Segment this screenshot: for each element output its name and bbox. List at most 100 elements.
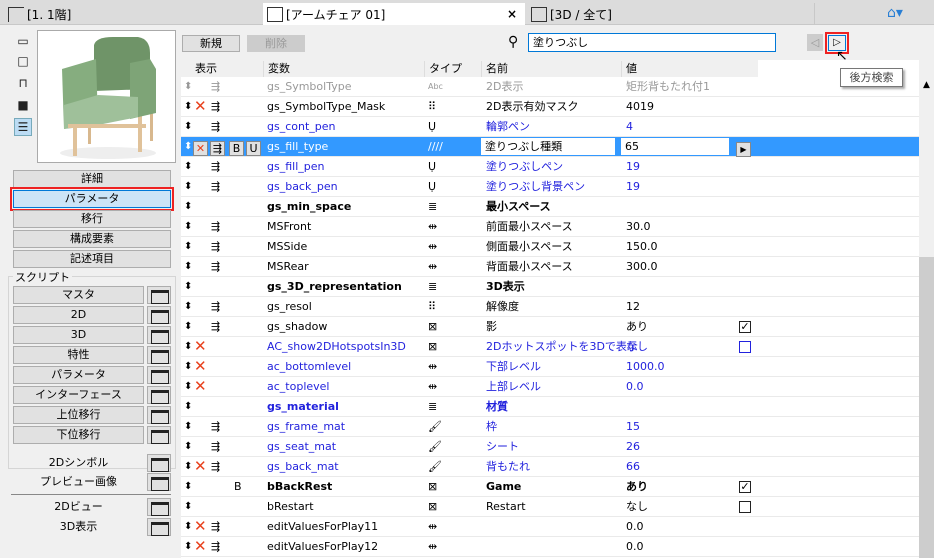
table-row[interactable]: ⬍ bRestart ⊠ Restart なし bbox=[181, 497, 919, 517]
indent-arrow-icon[interactable]: ⇶ bbox=[210, 139, 225, 158]
table-row[interactable]: ⬍ ⇶ gs_back_pen Ụ 塗りつぶし背景ペン 19 bbox=[181, 177, 919, 197]
parameter-label[interactable]: 3D表示 bbox=[486, 277, 525, 296]
table-row[interactable]: ⬍ ✕ ⇶ gs_SymbolType_Mask ⠿ 2D表示有効マスク 4019 bbox=[181, 97, 919, 117]
search-input[interactable]: 塗りつぶし bbox=[528, 33, 776, 52]
parameter-value[interactable]: 65 bbox=[621, 138, 729, 155]
reorder-handle-icon[interactable]: ⬍ bbox=[184, 357, 192, 376]
parameter-value[interactable]: 66 bbox=[626, 457, 640, 476]
indent-arrow-icon[interactable]: ⇶ bbox=[211, 217, 220, 236]
parameter-value[interactable]: なし bbox=[626, 497, 648, 516]
reorder-handle-icon[interactable]: ⬍ bbox=[184, 157, 192, 176]
open-window-icon[interactable] bbox=[147, 473, 171, 491]
open-window-icon[interactable] bbox=[147, 366, 171, 384]
variable-name[interactable]: gs_SymbolType_Mask bbox=[267, 97, 385, 116]
3d-cube-icon[interactable]: ■ bbox=[14, 96, 32, 114]
reorder-handle-icon[interactable]: ⬍ bbox=[184, 437, 192, 456]
header-type[interactable]: タイプ bbox=[424, 61, 462, 77]
table-row[interactable]: ⬍ ⇶ gs_resol ⠿ 解像度 12 bbox=[181, 297, 919, 317]
reorder-handle-icon[interactable]: ⬍ bbox=[184, 77, 192, 96]
search-previous-button[interactable]: ◁ bbox=[807, 34, 823, 51]
value-picker-button[interactable]: ▶ bbox=[736, 139, 751, 158]
parameter-value[interactable]: 30.0 bbox=[626, 217, 651, 236]
reorder-handle-icon[interactable]: ⬍ bbox=[184, 177, 192, 196]
hidden-x-icon[interactable]: ✕ bbox=[194, 517, 207, 536]
reorder-handle-icon[interactable]: ⬍ bbox=[184, 137, 192, 156]
bold-toggle[interactable]: B bbox=[229, 139, 244, 158]
open-window-icon[interactable] bbox=[147, 406, 171, 424]
open-window-icon[interactable] bbox=[147, 518, 171, 536]
variable-name[interactable]: gs_fill_type bbox=[267, 137, 328, 156]
table-row[interactable]: ⬍ gs_3D_representation ≣ 3D表示 bbox=[181, 277, 919, 297]
parameter-label[interactable]: 2D表示有効マスク bbox=[486, 97, 578, 116]
reorder-handle-icon[interactable]: ⬍ bbox=[184, 217, 192, 236]
variable-name[interactable]: MSSide bbox=[267, 237, 307, 256]
parameter-label[interactable]: 2D表示 bbox=[486, 77, 523, 96]
variable-name[interactable]: editValuesForPlay12 bbox=[267, 537, 378, 556]
parameter-label[interactable]: 上部レベル bbox=[486, 377, 541, 396]
parameter-label[interactable]: 塗りつぶし種類 bbox=[481, 138, 615, 155]
reorder-handle-icon[interactable]: ⬍ bbox=[184, 377, 192, 396]
nav-button[interactable]: 詳細 bbox=[13, 170, 171, 188]
parameter-value[interactable]: 0.0 bbox=[626, 537, 644, 556]
reorder-handle-icon[interactable]: ⬍ bbox=[184, 457, 192, 476]
indent-arrow-icon[interactable]: ⇶ bbox=[211, 437, 220, 456]
script-button[interactable]: 2D bbox=[13, 306, 144, 324]
table-row[interactable]: ⬍ ✕ ⇶ B Ugs_fill_type //// 塗りつぶし種類 65 ▶ bbox=[181, 137, 919, 157]
reorder-handle-icon[interactable]: ⬍ bbox=[184, 297, 192, 316]
indent-arrow-icon[interactable]: ⇶ bbox=[211, 297, 220, 316]
reorder-handle-icon[interactable]: ⬍ bbox=[184, 277, 192, 296]
open-window-icon[interactable] bbox=[147, 326, 171, 344]
reorder-handle-icon[interactable]: ⬍ bbox=[184, 257, 192, 276]
parameter-label[interactable]: 側面最小スペース bbox=[486, 237, 573, 256]
navigator-icon[interactable]: ⌂▾ bbox=[887, 5, 903, 21]
hidden-x-icon[interactable]: ✕ bbox=[193, 139, 208, 158]
hidden-x-icon[interactable]: ✕ bbox=[194, 97, 207, 116]
tab-3d[interactable]: [3D / 全て] bbox=[527, 3, 815, 25]
new-button[interactable]: 新規 bbox=[182, 35, 240, 52]
open-window-icon[interactable] bbox=[147, 286, 171, 304]
close-icon[interactable]: × bbox=[507, 7, 517, 21]
header-value[interactable]: 値 bbox=[621, 61, 637, 77]
indent-arrow-icon[interactable]: ⇶ bbox=[211, 117, 220, 136]
hidden-x-icon[interactable]: ✕ bbox=[194, 457, 207, 476]
variable-name[interactable]: MSFront bbox=[267, 217, 311, 236]
2d-symbol-icon[interactable]: ▭ bbox=[14, 32, 32, 50]
open-window-icon[interactable] bbox=[147, 426, 171, 444]
script-button[interactable]: 特性 bbox=[13, 346, 144, 364]
open-window-icon[interactable] bbox=[147, 346, 171, 364]
parameter-value[interactable]: 19 bbox=[626, 177, 640, 196]
nav-button[interactable]: 構成要素 bbox=[13, 230, 171, 248]
scroll-up-icon[interactable]: ▲ bbox=[919, 80, 934, 90]
parameter-value[interactable]: 1000.0 bbox=[626, 357, 665, 376]
parameter-value[interactable]: 26 bbox=[626, 437, 640, 456]
variable-name[interactable]: bRestart bbox=[267, 497, 314, 516]
table-row[interactable]: ⬍ ⇶ gs_shadow ⊠ 影 あり ✓ bbox=[181, 317, 919, 337]
parameter-value[interactable]: 150.0 bbox=[626, 237, 658, 256]
variable-name[interactable]: gs_seat_mat bbox=[267, 437, 336, 456]
parameter-value[interactable]: 12 bbox=[626, 297, 640, 316]
reorder-handle-icon[interactable]: ⬍ bbox=[184, 497, 192, 516]
parameter-value[interactable]: 4 bbox=[626, 117, 633, 136]
parameter-list-icon[interactable]: ☰ bbox=[14, 118, 32, 136]
parameter-label[interactable]: 輪郭ペン bbox=[486, 117, 530, 136]
variable-name[interactable]: gs_back_mat bbox=[267, 457, 339, 476]
parameter-value[interactable]: あり bbox=[626, 477, 648, 496]
script-button[interactable]: 3D bbox=[13, 326, 144, 344]
parameter-value[interactable]: なし bbox=[626, 337, 648, 356]
reorder-handle-icon[interactable]: ⬍ bbox=[184, 97, 192, 116]
table-row[interactable]: ⬍ ✕ ac_bottomlevel ⇹ 下部レベル 1000.0 bbox=[181, 357, 919, 377]
table-row[interactable]: ⬍ ✕ ⇶ editValuesForPlay11 ⇹ 0.0 bbox=[181, 517, 919, 537]
header-name[interactable]: 名前 bbox=[481, 61, 508, 77]
parameter-label[interactable]: 最小スペース bbox=[486, 197, 551, 216]
table-row[interactable]: ⬍ gs_material ≣ 材質 bbox=[181, 397, 919, 417]
script-button[interactable]: インターフェース bbox=[13, 386, 144, 404]
reorder-handle-icon[interactable]: ⬍ bbox=[184, 417, 192, 436]
table-row[interactable]: ⬍ ⇶ gs_cont_pen Ụ 輪郭ペン 4 bbox=[181, 117, 919, 137]
indent-arrow-icon[interactable]: ⇶ bbox=[211, 257, 220, 276]
parameter-value[interactable]: 4019 bbox=[626, 97, 654, 116]
parameter-value[interactable]: あり bbox=[626, 317, 648, 336]
table-row[interactable]: ⬍ gs_min_space ≣ 最小スペース bbox=[181, 197, 919, 217]
hidden-x-icon[interactable]: ✕ bbox=[194, 337, 207, 356]
variable-name[interactable]: editValuesForPlay11 bbox=[267, 517, 378, 536]
open-window-icon[interactable] bbox=[147, 498, 171, 516]
